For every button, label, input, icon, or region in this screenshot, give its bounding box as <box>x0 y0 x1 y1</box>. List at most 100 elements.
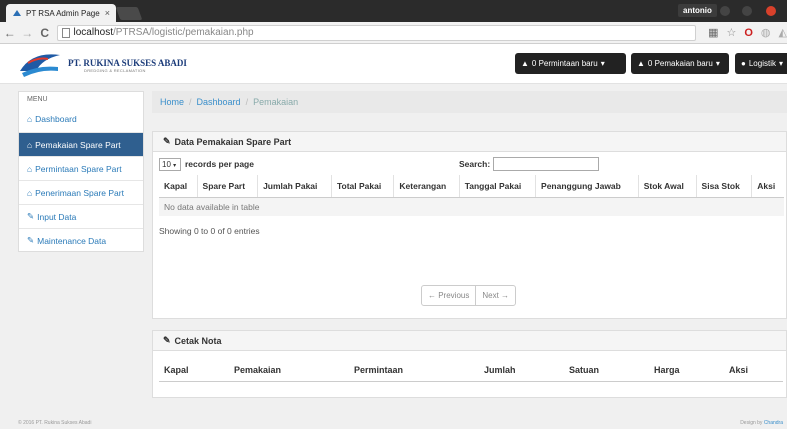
forward-icon[interactable]: → <box>20 26 36 40</box>
sidebar-item-label: Penerimaan Spare Part <box>35 187 124 198</box>
sidebar-item-input-data[interactable]: ✎ Input Data <box>19 204 143 228</box>
company-logo <box>20 54 60 77</box>
url-host: localhost <box>73 27 113 38</box>
empty-table-message: No data available in table <box>159 197 784 216</box>
column-header: Satuan <box>564 359 649 382</box>
menu-title: MENU <box>27 96 48 103</box>
records-per-page-value: 10 <box>162 159 171 169</box>
browser-address-bar: ← → C localhost/PTRSA/logistic/pemakaian… <box>0 22 787 44</box>
records-per-page-label: records per page <box>185 159 254 169</box>
bell-icon: ▲ <box>521 59 529 68</box>
window-close-icon[interactable] <box>766 6 776 16</box>
breadcrumb-current: Pemakaian <box>253 97 299 107</box>
translate-icon[interactable]: ▦ <box>708 26 718 39</box>
breadcrumb-home[interactable]: Home <box>160 97 184 107</box>
user-menu-button[interactable]: ● Logistik ▾ <box>735 53 787 74</box>
sidebar-item-permintaan[interactable]: ⌂ Permintaan Spare Part <box>19 156 143 180</box>
chevron-down-icon: ▾ <box>715 59 720 68</box>
pagination: ← Previous Next → <box>421 285 517 306</box>
panel-title: Data Pemakaian Spare Part <box>174 136 292 147</box>
footer-credit-prefix: Design by <box>740 420 763 426</box>
column-header[interactable]: Total Pakai <box>330 175 394 198</box>
column-header[interactable]: Aksi <box>751 175 784 198</box>
column-header: Pemakaian <box>229 359 349 382</box>
minimize-icon[interactable] <box>720 6 730 16</box>
favicon-icon <box>13 10 21 16</box>
column-header[interactable]: Penanggung Jawab <box>535 175 639 198</box>
browser-tab-strip: PT RSA Admin Page × antonio <box>0 0 787 22</box>
app-navbar: PT. RUKINA SUKSES ABADI DREDGING & RECLA… <box>0 44 787 84</box>
column-header: Jumlah <box>479 359 564 382</box>
column-header[interactable]: Spare Part <box>196 175 258 198</box>
back-icon[interactable]: ← <box>2 26 18 40</box>
nota-table: Kapal Pemakaian Permintaan Jumlah Satuan… <box>159 359 783 382</box>
chevron-down-icon: ▾ <box>600 59 605 68</box>
sidebar-item-dashboard[interactable]: ⌂ Dashboard <box>19 106 143 132</box>
permintaan-notification-button[interactable]: ▲ 0 Permintaan baru ▾ <box>515 53 626 74</box>
next-page-button[interactable]: Next → <box>475 286 515 305</box>
sidebar-item-label: Input Data <box>37 211 77 222</box>
column-header[interactable]: Keterangan <box>393 175 460 198</box>
browser-user-chip[interactable]: antonio <box>678 4 717 17</box>
edit-icon: ✎ <box>27 211 35 221</box>
bookmark-star-icon[interactable]: ☆ <box>726 26 736 39</box>
column-header: Harga <box>649 359 724 382</box>
column-header[interactable]: Tanggal Pakai <box>458 175 536 198</box>
sidebar-item-label: Permintaan Spare Part <box>35 163 122 174</box>
column-header[interactable]: Stok Awal <box>637 175 697 198</box>
breadcrumb-separator: / <box>245 97 249 107</box>
column-header[interactable]: Jumlah Pakai <box>257 175 332 198</box>
sidebar-item-maintenance-data[interactable]: ✎ Maintenance Data <box>19 228 143 252</box>
breadcrumb: Home / Dashboard / Pemakaian <box>152 91 787 113</box>
sidebar-item-label: Maintenance Data <box>37 235 107 246</box>
extension-icon[interactable]: ◍ <box>761 26 771 39</box>
edit-icon: ✎ <box>27 235 35 245</box>
home-icon: ⌂ <box>27 139 33 150</box>
url-input[interactable]: localhost/PTRSA/logistic/pemakaian.php <box>56 24 697 41</box>
url-path: /PTRSA/logistic/pemakaian.php <box>112 27 254 38</box>
table-row: No data available in table <box>159 197 784 216</box>
previous-page-button[interactable]: ← Previous <box>422 286 475 305</box>
records-per-page-select[interactable]: 10 ▾ <box>159 157 181 171</box>
pemakaian-notification-button[interactable]: ▲ 0 Pemakaian baru ▾ <box>631 53 729 74</box>
home-icon: ⌂ <box>27 163 33 174</box>
cetak-nota-panel: ✎ Cetak Nota Kapal Pemakaian Permintaan … <box>152 330 787 398</box>
browser-tab[interactable]: PT RSA Admin Page × <box>6 4 116 22</box>
home-icon: ⌂ <box>27 114 33 124</box>
edit-icon: ✎ <box>163 335 171 345</box>
column-header: Permintaan <box>349 359 479 382</box>
home-icon: ⌂ <box>27 187 33 198</box>
extension-2-icon[interactable]: ◭ <box>779 26 787 39</box>
column-header[interactable]: Kapal <box>159 175 198 198</box>
column-header[interactable]: Sisa Stok <box>695 175 752 198</box>
table-header-row: Kapal Spare Part Jumlah Pakai Total Paka… <box>159 175 784 198</box>
user-label: Logistik <box>748 59 776 68</box>
sidebar: MENU ⌂ Dashboard ⌂ Pemakaian Spare Part … <box>18 91 144 252</box>
opera-icon[interactable]: O <box>744 27 753 39</box>
pemakaian-label: 0 Pemakaian baru <box>647 59 713 68</box>
data-pemakaian-panel: ✎ Data Pemakaian Spare Part 10 ▾ records… <box>152 131 787 319</box>
search-input[interactable] <box>493 157 600 171</box>
page-icon <box>61 27 70 38</box>
new-tab-button[interactable] <box>115 7 143 20</box>
edit-icon: ✎ <box>163 136 171 146</box>
breadcrumb-separator: / <box>189 97 192 107</box>
reload-icon[interactable]: C <box>37 26 53 40</box>
search-label: Search: <box>458 159 491 169</box>
chevron-down-icon: ▾ <box>778 59 783 68</box>
sidebar-item-penerimaan[interactable]: ⌂ Penerimaan Spare Part <box>19 180 143 204</box>
sidebar-item-pemakaian[interactable]: ⌂ Pemakaian Spare Part <box>19 132 143 156</box>
column-header: Kapal <box>159 359 229 382</box>
breadcrumb-dashboard[interactable]: Dashboard <box>197 97 241 107</box>
footer-credit-link[interactable]: Chandra <box>764 420 783 426</box>
footer-copyright: © 2016 PT. Rukina Sukses Abadi <box>18 420 92 426</box>
maximize-icon[interactable] <box>742 6 752 16</box>
brand-tagline: DREDGING & RECLAMATION <box>84 68 146 73</box>
user-icon: ● <box>741 59 746 68</box>
brand-name: PT. RUKINA SUKSES ABADI <box>68 58 187 68</box>
chevron-down-icon: ▾ <box>173 162 177 169</box>
permintaan-label: 0 Permintaan baru <box>531 59 598 68</box>
tab-close-icon[interactable]: × <box>105 8 110 18</box>
panel-heading: ✎ Cetak Nota <box>153 331 786 351</box>
sidebar-item-label: Pemakaian Spare Part <box>35 139 121 150</box>
